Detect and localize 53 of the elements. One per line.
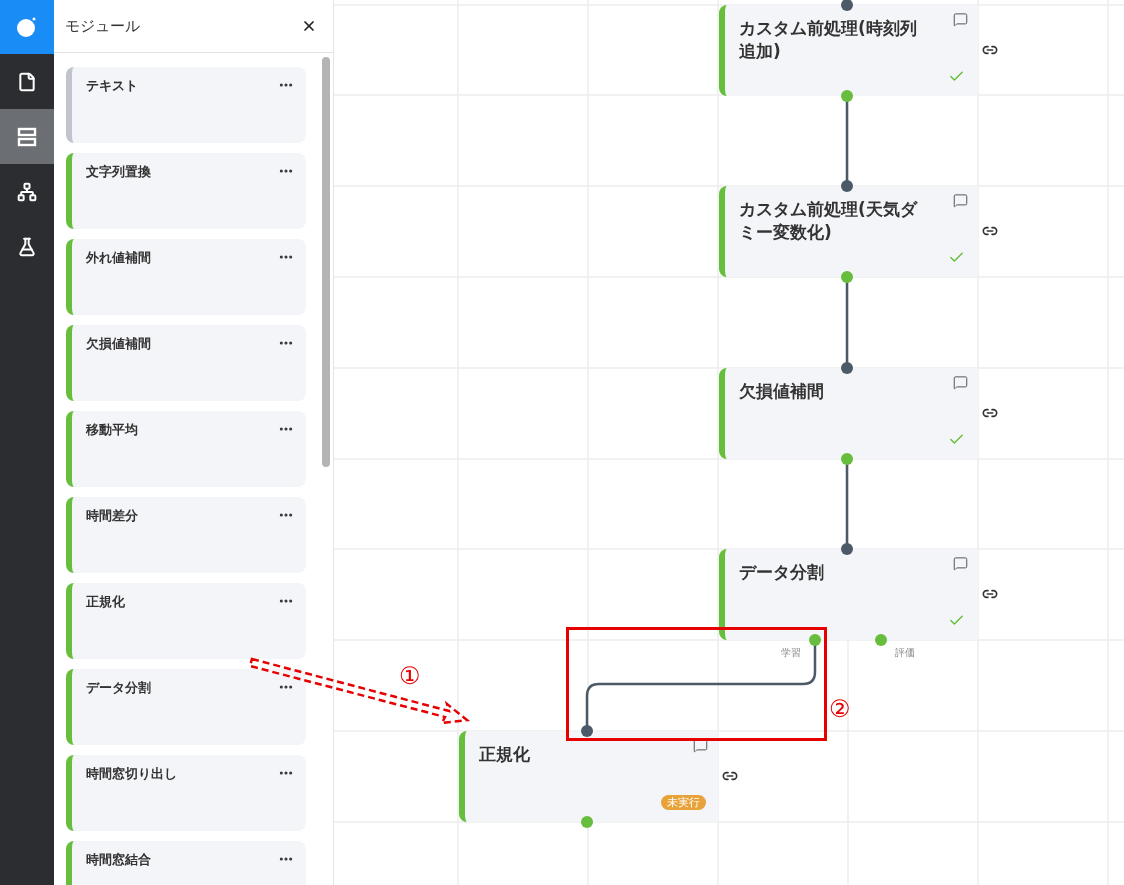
comment-icon[interactable]	[953, 556, 968, 571]
node-title: カスタム前処理(天気ダミー変数化)	[739, 198, 919, 244]
module-title: 外れ値補間	[86, 249, 151, 267]
module-title: 移動平均	[86, 421, 138, 439]
scrollbar[interactable]	[322, 57, 330, 467]
module-card[interactable]: 文字列置換	[66, 153, 306, 229]
module-title: 時間差分	[86, 507, 138, 525]
input-port[interactable]	[841, 180, 853, 192]
logo-icon	[16, 16, 38, 38]
node-title: 正規化	[479, 743, 531, 766]
panel-title: モジュール	[65, 15, 140, 37]
document-icon	[17, 71, 37, 92]
comment-icon[interactable]	[953, 12, 968, 27]
module-card[interactable]: 欠損値補間	[66, 325, 306, 401]
module-card[interactable]: 移動平均	[66, 411, 306, 487]
node-card[interactable]: 欠損値補間	[719, 368, 978, 459]
module-title: 正規化	[86, 593, 125, 611]
input-port[interactable]	[841, 0, 853, 11]
node-title: カスタム前処理(時刻列追加)	[739, 17, 918, 63]
module-card[interactable]: 正規化	[66, 583, 306, 659]
logo-tile[interactable]	[0, 0, 54, 54]
node-card[interactable]: カスタム前処理(天気ダミー変数化)	[719, 186, 978, 277]
module-title: データ分割	[86, 679, 151, 697]
comment-icon[interactable]	[693, 738, 708, 753]
stacked-rectangles-icon	[17, 126, 37, 147]
input-port[interactable]	[841, 543, 853, 555]
input-port[interactable]	[581, 725, 593, 737]
status-badge: 未実行	[661, 795, 706, 810]
module-title: 文字列置換	[86, 163, 151, 181]
node-title: データ分割	[739, 561, 825, 584]
input-port[interactable]	[841, 362, 853, 374]
module-card[interactable]: 時間窓結合	[66, 841, 306, 885]
hierarchy-icon	[17, 181, 37, 202]
node-card[interactable]: カスタム前処理(時刻列追加)	[719, 5, 978, 96]
module-card[interactable]: テキスト	[66, 67, 306, 143]
module-title: 時間窓結合	[86, 851, 151, 869]
module-title: 欠損値補間	[86, 335, 151, 353]
module-card[interactable]: 時間差分	[66, 497, 306, 573]
module-card[interactable]: 外れ値補間	[66, 239, 306, 315]
close-icon[interactable]	[301, 18, 317, 34]
node-card[interactable]: データ分割	[719, 549, 978, 640]
port-label: 評価	[895, 646, 915, 660]
module-card[interactable]: データ分割	[66, 669, 306, 745]
step-number: ②	[829, 695, 851, 723]
flask-icon	[17, 236, 37, 257]
comment-icon[interactable]	[953, 375, 968, 390]
step-number: ①	[399, 662, 421, 690]
module-card[interactable]: 時間窓切り出し	[66, 755, 306, 831]
module-title: テキスト	[86, 77, 138, 95]
comment-icon[interactable]	[953, 193, 968, 208]
module-title: 時間窓切り出し	[86, 765, 177, 783]
node-title: 欠損値補間	[739, 380, 825, 403]
port-label: 学習	[781, 646, 801, 660]
